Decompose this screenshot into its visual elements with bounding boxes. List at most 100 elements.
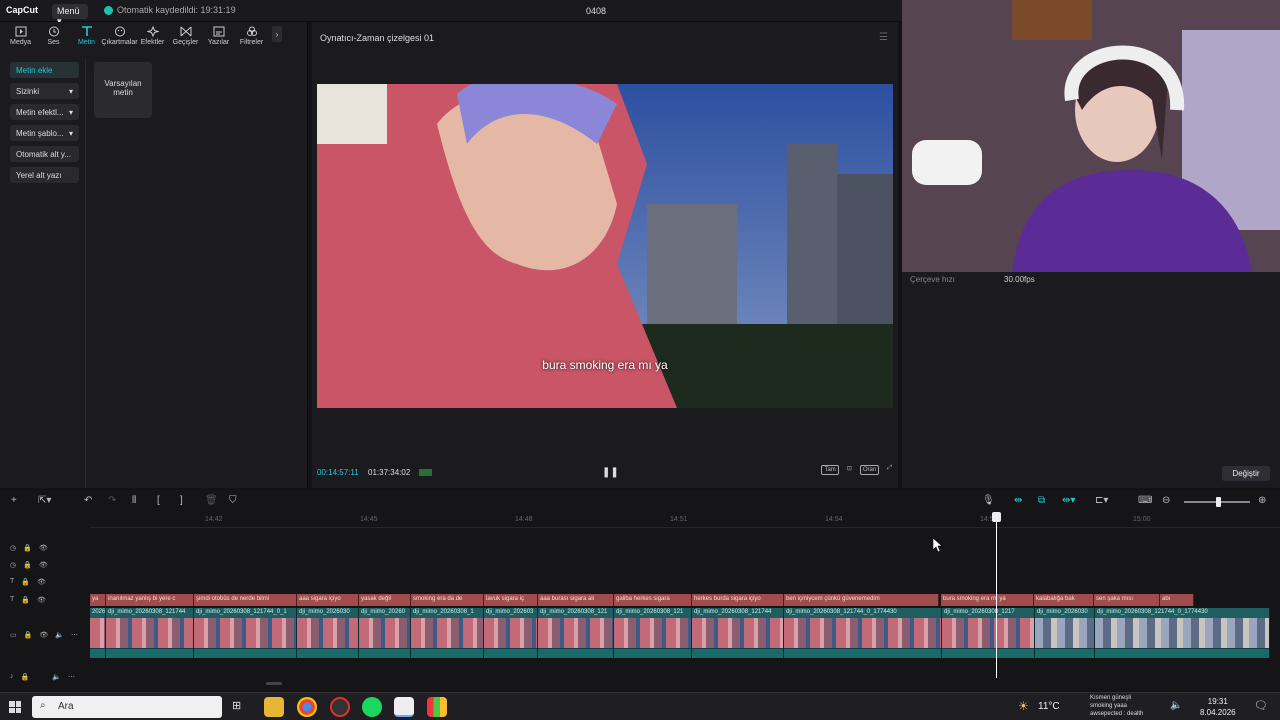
system-tray-icons[interactable]: 🔈 (1170, 700, 1182, 711)
video-clip[interactable]: dji_mimo_20260308_121744_0_1 (194, 608, 297, 658)
obs-icon[interactable] (330, 697, 350, 717)
snap-icon[interactable]: ⇹▾ (1062, 495, 1075, 506)
tab-text[interactable]: Metin (70, 26, 103, 54)
chrome-icon[interactable] (297, 697, 317, 717)
zoom-out-icon[interactable]: ⊖ (1162, 495, 1170, 506)
sidebar-item-yours[interactable]: Sizinki ▾ (10, 83, 79, 99)
lock-icon[interactable]: 🔒 (21, 673, 30, 681)
eye-icon[interactable]: 👁 (37, 578, 46, 586)
default-text-card[interactable]: Varsayılan metin (94, 62, 152, 118)
lock-icon[interactable]: 🔒 (23, 561, 32, 569)
tab-stickers[interactable]: Çıkartmalar (101, 26, 138, 54)
split-icon[interactable]: ⫴ (132, 495, 136, 506)
sidebar-item-text-effects[interactable]: Metin efektl... ▾ (10, 104, 79, 120)
video-clip[interactable]: dji_mimo_20260 (359, 608, 411, 658)
video-preview[interactable]: bura smoking era mı ya (317, 84, 893, 408)
text-clip[interactable]: lavuk sigara iç (484, 594, 538, 606)
fullscreen-icon[interactable]: ⤢ (887, 465, 892, 475)
taskbar-clock[interactable]: 19:31 8.04.2026 (1200, 696, 1236, 718)
menu-button[interactable]: Menü ▾ (52, 4, 88, 26)
sidebar-item-auto-captions[interactable]: Otomatik alt y... (10, 146, 79, 162)
snapshot-icon[interactable]: ⊡ (847, 465, 852, 475)
tab-effects[interactable]: Efektler (136, 26, 169, 54)
sidebar-item-add-text[interactable]: Metin ekle (10, 62, 79, 78)
eye-icon[interactable]: 👁 (37, 596, 46, 604)
preview-axis-icon[interactable]: ⊏▾ (1095, 495, 1108, 506)
captions-toggle-icon[interactable]: ⌨ (1138, 495, 1152, 506)
video-clip[interactable]: dji_mimo_20260308_121744 (106, 608, 194, 658)
text-clip[interactable]: yа (90, 594, 106, 606)
video-clip[interactable]: dji_mimo_20260308_121744 (692, 608, 784, 658)
microphone-icon[interactable]: 🎙 (982, 495, 995, 506)
task-view-icon[interactable]: ⊞ (232, 699, 241, 712)
app-taskbar-icon[interactable] (427, 697, 447, 717)
magnet-icon[interactable]: ⧉ (1038, 495, 1045, 506)
text-clip[interactable]: aaa sigara içiyo (297, 594, 359, 606)
tab-media[interactable]: Medya (4, 26, 37, 54)
change-button[interactable]: Değiştir (1222, 466, 1270, 481)
ratio-button[interactable]: Oran (859, 465, 880, 475)
tab-audio[interactable]: Ses (37, 26, 70, 54)
delete-icon[interactable]: 🗑 (205, 495, 218, 506)
weather-widget[interactable]: 11°C (1038, 701, 1060, 712)
add-icon[interactable]: + (11, 495, 17, 506)
video-clip[interactable]: dji_mimo_2026030 (1035, 608, 1095, 658)
zoom-slider-handle[interactable] (1216, 497, 1221, 507)
video-clip[interactable]: dji_mimo_20260308_121 (614, 608, 692, 658)
select-tool-icon[interactable]: ⇱▾ (38, 495, 51, 506)
text-clip[interactable]: yasak değil (359, 594, 411, 606)
tab-filters[interactable]: Filtreler (235, 26, 268, 54)
trim-left-icon[interactable]: [ (157, 495, 160, 506)
video-clip[interactable]: dji_mimo_20260308_121744_0_1774430 (1095, 608, 1270, 658)
eye-icon[interactable]: 👁 (39, 631, 48, 639)
zoom-in-icon[interactable]: ⊕ (1258, 495, 1266, 506)
notification-icon[interactable]: 🗨 (1254, 699, 1268, 712)
text-clip[interactable]: aaa burası sigara alı (538, 594, 614, 606)
video-clip[interactable]: dji_mimo_202603 (484, 608, 538, 658)
pause-button[interactable]: ❚❚ (602, 467, 619, 478)
text-clip[interactable]: kalabalığa bak (1034, 594, 1094, 606)
more-tabs-chevron-icon[interactable]: › (272, 26, 282, 42)
playhead[interactable] (996, 514, 997, 678)
text-clip[interactable]: inanılmaz yanlış bi yere c (106, 594, 194, 606)
lock-icon[interactable]: 🔒 (21, 578, 30, 586)
link-icon[interactable]: ⇹ (1014, 495, 1022, 506)
eye-icon[interactable]: 👁 (39, 544, 48, 552)
sidebar-item-text-templates[interactable]: Metin şablo... ▾ (10, 125, 79, 141)
lock-icon[interactable]: 🔒 (21, 596, 30, 604)
time-ruler[interactable]: 14:42 14:45 14:48 14:51 14:54 14:57 15:0… (90, 514, 1280, 528)
text-clip[interactable]: şimdi otobüs de nerde bilmi (194, 594, 297, 606)
shield-icon[interactable]: ⛉ (229, 495, 237, 506)
full-quality-button[interactable]: Tam (821, 465, 839, 475)
redo-icon[interactable]: ↷ (108, 495, 116, 506)
sidebar-item-local-captions[interactable]: Yerel alt yazı (10, 167, 79, 183)
more-icon[interactable]: ⋯ (68, 673, 75, 681)
text-clip[interactable]: abi (1160, 594, 1194, 606)
trim-right-icon[interactable]: ] (180, 495, 183, 506)
file-explorer-icon[interactable] (264, 697, 284, 717)
tab-transitions[interactable]: Geçişler (169, 26, 202, 54)
video-clip[interactable]: dji_mimo_20260308_121 (538, 608, 614, 658)
timeline-scrollbar[interactable] (266, 682, 282, 685)
text-clip[interactable]: smoking era da de (411, 594, 484, 606)
text-clip[interactable]: galiba herkes sigara (614, 594, 692, 606)
tab-captions[interactable]: Yazılar (202, 26, 235, 54)
video-clip[interactable]: dji_mimo_20260308_1 (411, 608, 484, 658)
video-clip[interactable]: dji_mimo_2026030 (297, 608, 359, 658)
playhead-handle[interactable] (992, 512, 1001, 522)
text-clip[interactable]: ben içmiycem çünkü güvenemedim (784, 594, 939, 606)
video-clip[interactable]: 2026 (90, 608, 106, 658)
undo-icon[interactable]: ↶ (84, 495, 92, 506)
eye-icon[interactable]: 👁 (39, 561, 48, 569)
video-clip[interactable]: dji_mimo_20260308_1217 (942, 608, 1035, 658)
speaker-icon[interactable]: 🔈 (55, 631, 64, 639)
hamburger-icon[interactable]: ☰ (879, 32, 888, 43)
lock-icon[interactable]: 🔒 (23, 544, 32, 552)
speaker-icon[interactable]: 🔈 (52, 673, 61, 681)
video-clip[interactable]: dji_mimo_20260308_121744_0_1774430 (784, 608, 942, 658)
text-clip[interactable]: herkes burda sigara içiyo (692, 594, 784, 606)
text-clip[interactable]: bura smoking era mı ya (941, 594, 1034, 606)
taskbar-search[interactable]: ⌕ Ara (32, 696, 222, 718)
capcut-taskbar-icon[interactable] (394, 697, 414, 717)
spotify-icon[interactable] (362, 697, 382, 717)
